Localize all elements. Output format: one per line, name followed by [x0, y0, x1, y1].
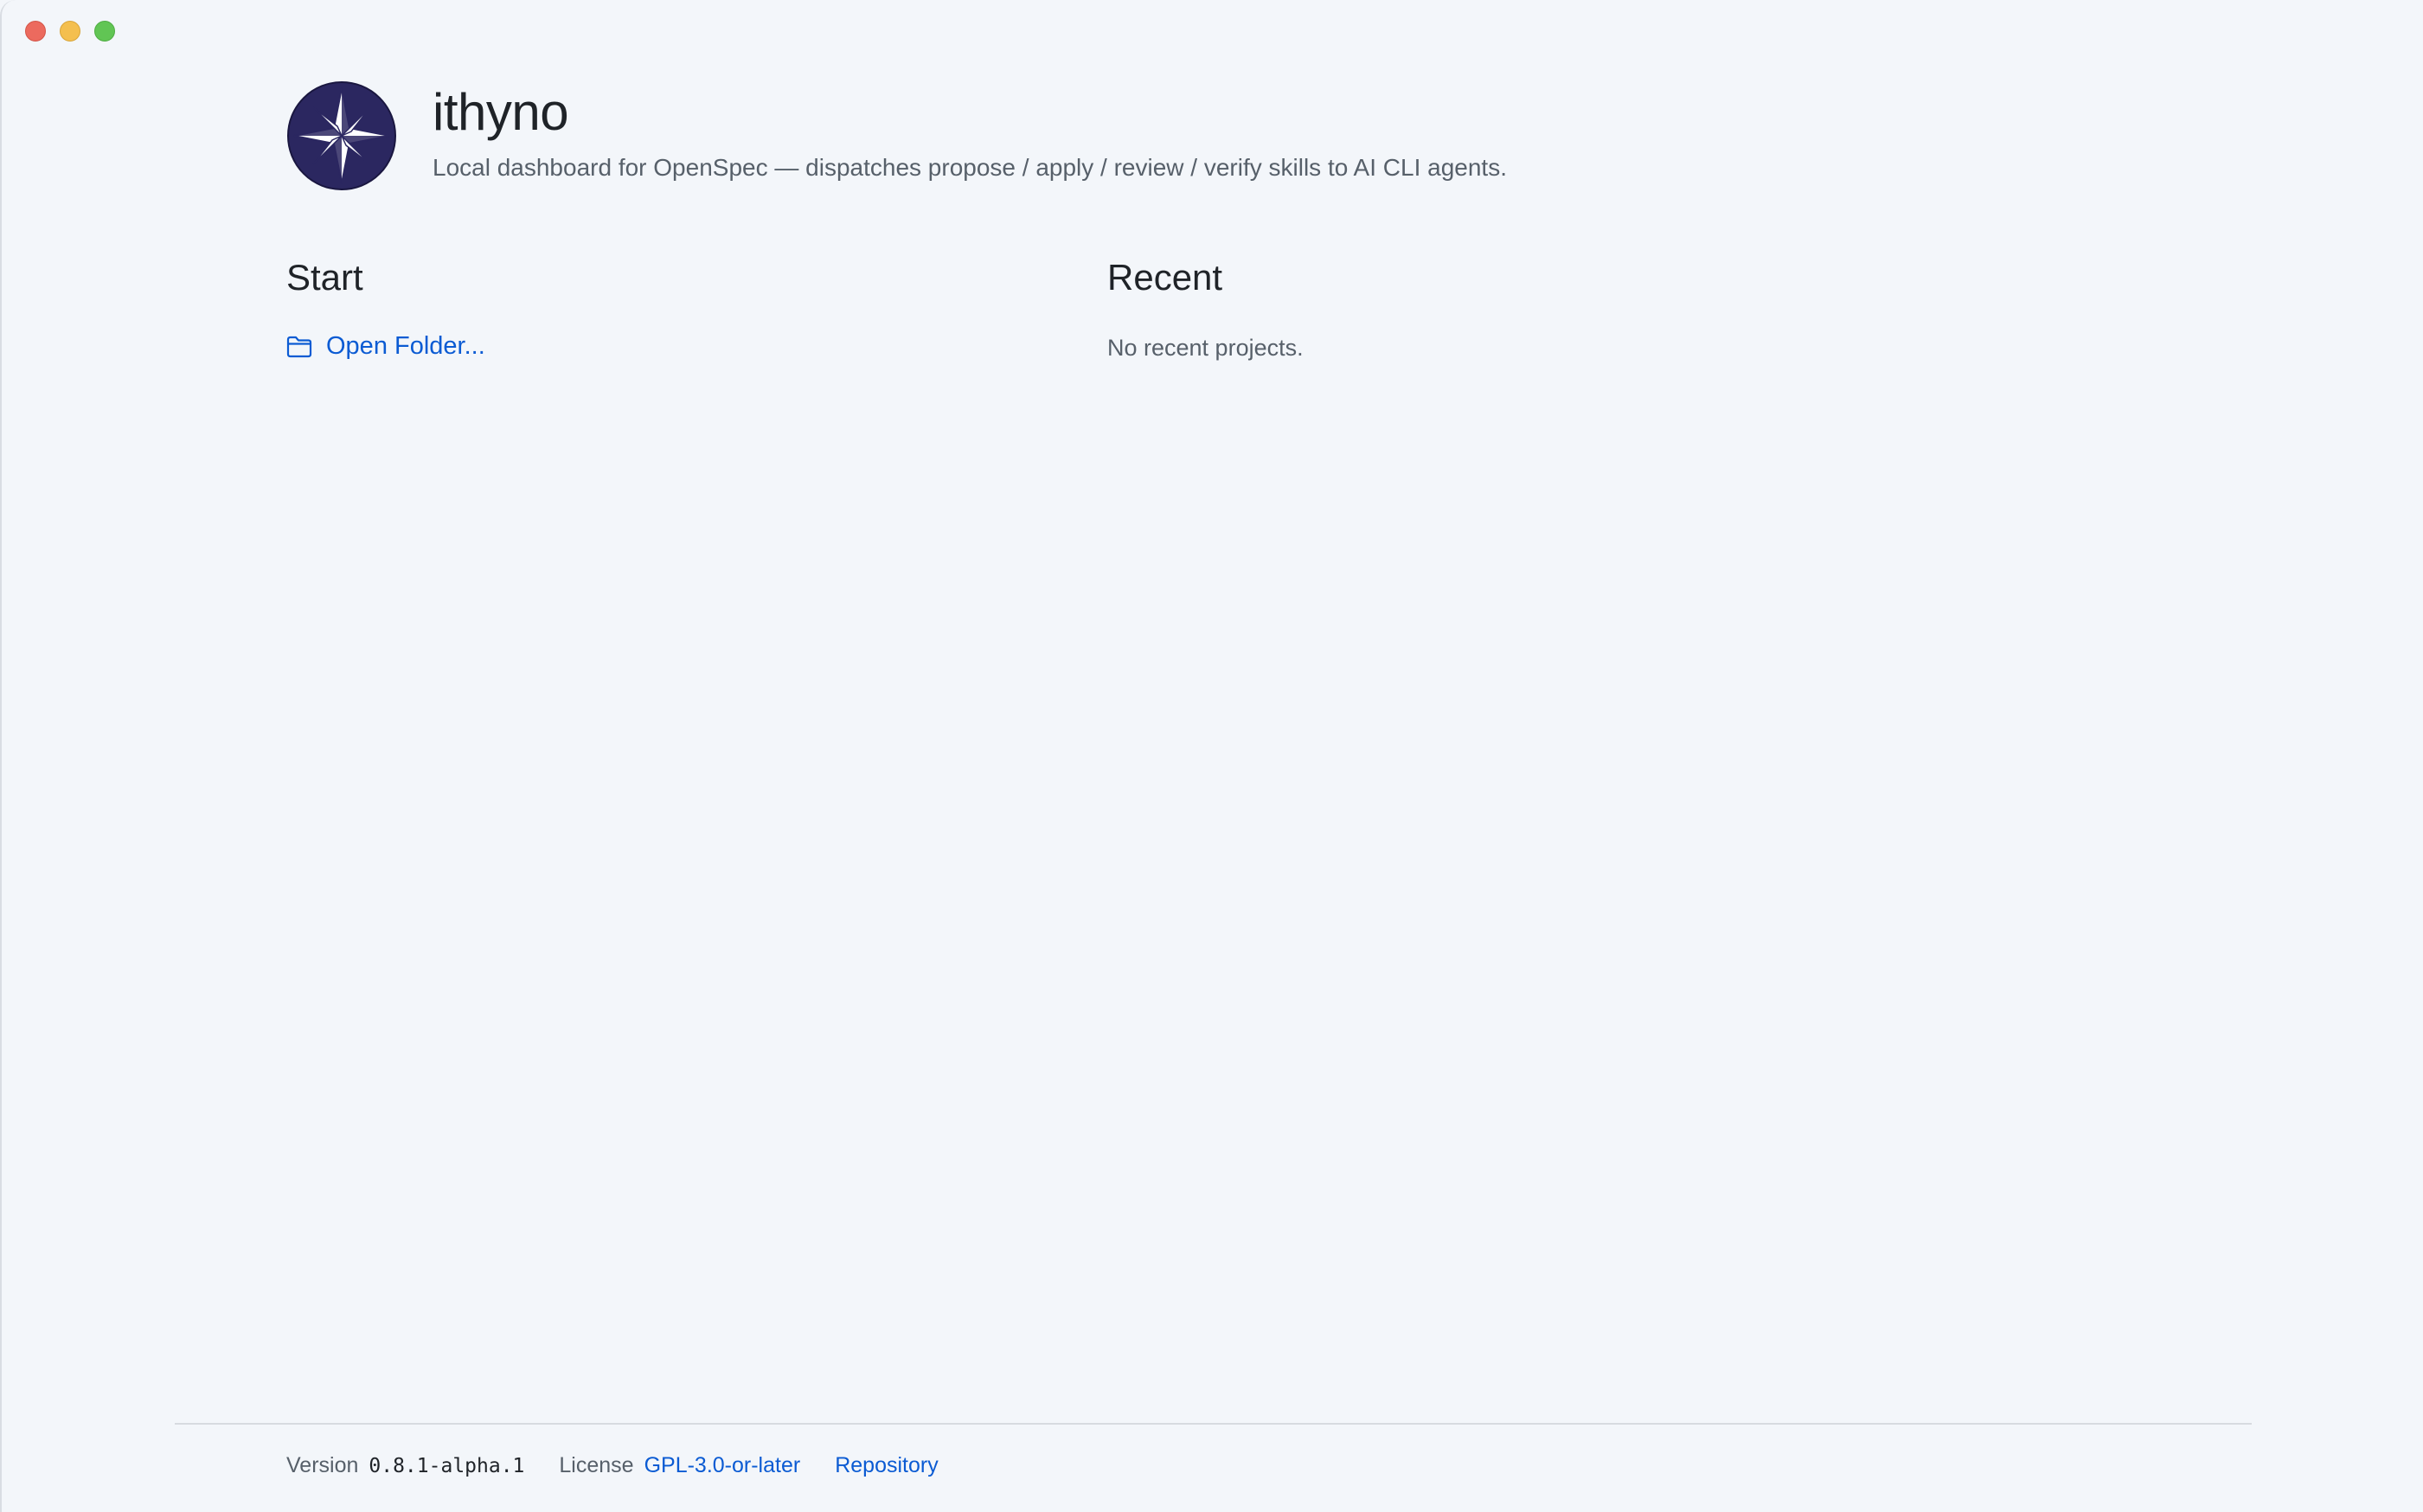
header-text: ithyno Local dashboard for OpenSpec — di… — [433, 81, 1507, 182]
start-section: Start Open Folder... — [286, 259, 485, 361]
app-header: ithyno Local dashboard for OpenSpec — di… — [287, 81, 1507, 190]
open-folder-link[interactable]: Open Folder... — [286, 332, 485, 361]
footer-divider — [175, 1423, 2252, 1425]
version-label: Version — [286, 1453, 359, 1477]
license-link[interactable]: GPL-3.0-or-later — [644, 1453, 801, 1478]
minimize-window-button[interactable] — [60, 21, 80, 42]
close-window-button[interactable] — [25, 21, 46, 42]
start-title: Start — [286, 257, 363, 298]
recent-title: Recent — [1107, 257, 1223, 298]
repository-link[interactable]: Repository — [835, 1453, 939, 1478]
app-window: ithyno Local dashboard for OpenSpec — di… — [0, 0, 2423, 1512]
compass-star-logo-icon — [287, 81, 396, 190]
footer: Version 0.8.1-alpha.1 License GPL-3.0-or… — [286, 1453, 939, 1478]
window-controls — [25, 21, 115, 42]
app-subtitle: Local dashboard for OpenSpec — dispatche… — [433, 154, 1507, 181]
license-label: License — [559, 1453, 634, 1477]
recent-empty-text: No recent projects. — [1107, 335, 1304, 361]
app-title: ithyno — [433, 83, 569, 141]
maximize-window-button[interactable] — [94, 21, 115, 42]
open-folder-label: Open Folder... — [326, 332, 485, 360]
recent-section: Recent No recent projects. — [1107, 259, 1304, 362]
folder-icon — [286, 336, 312, 357]
version-value: 0.8.1-alpha.1 — [369, 1455, 525, 1477]
